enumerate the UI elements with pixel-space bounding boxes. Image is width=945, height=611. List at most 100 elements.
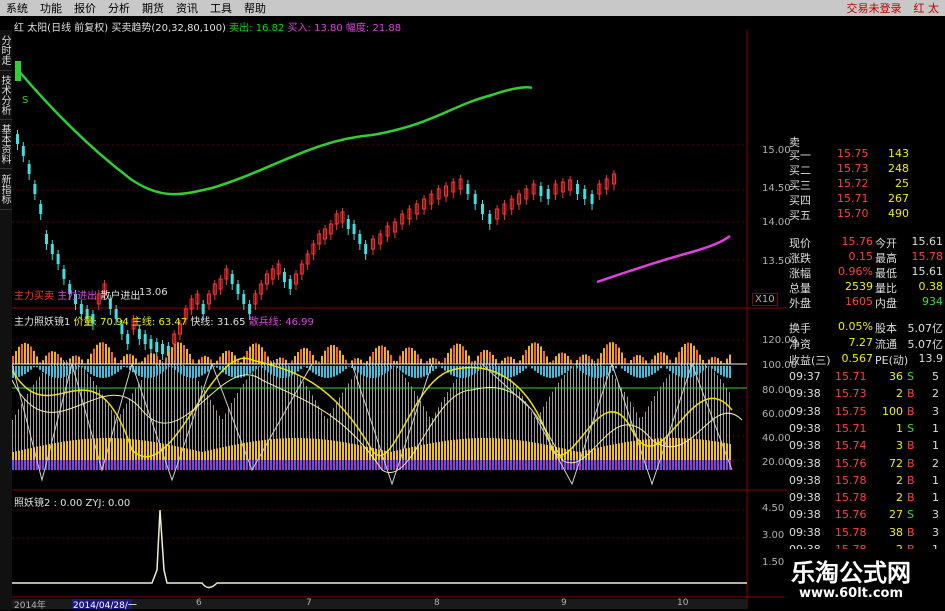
tick-count: 2 (932, 387, 939, 400)
menu-system[interactable]: 系统 (6, 0, 28, 16)
tick-direction: B (907, 526, 915, 539)
ind1-yellow-bar (393, 451, 395, 460)
ind1-cyan-bar (591, 366, 593, 377)
menu-function[interactable]: 功能 (40, 0, 62, 16)
ind1-cyan-bar (141, 366, 143, 377)
menu-quote[interactable]: 报价 (74, 0, 96, 16)
menu-futures[interactable]: 期货 (142, 0, 164, 16)
ind1-magenta-bar (393, 460, 395, 470)
stat-row: 现价15.76今开15.61 (787, 235, 945, 250)
ind1-yellow-bar (138, 440, 140, 460)
ind1-cyan-bar (516, 366, 518, 375)
ind1-magenta-bar (486, 460, 488, 470)
ind1-top-bar (303, 348, 305, 364)
ind1-top-bar (510, 357, 512, 364)
tab-fundamental[interactable]: 基本资料 (0, 120, 12, 169)
menu-news[interactable]: 资讯 (176, 0, 198, 16)
candle-body (45, 234, 48, 244)
ind1-cyan-bar (432, 366, 434, 371)
candle-body (474, 194, 477, 204)
ind1-gray-bar (576, 364, 577, 460)
start-marker (15, 61, 21, 81)
tick-volume: 3 (875, 439, 903, 452)
ind1-top-bar (186, 349, 188, 364)
ind1-cyan-bar (270, 366, 272, 374)
ind1-top-bar (54, 352, 56, 364)
ind1-top-bar (534, 342, 536, 364)
ind1-cyan-bar (54, 366, 56, 378)
ind1-magenta-bar (468, 460, 470, 470)
ind1-yellow-bar (339, 442, 341, 460)
ind1-cyan-bar (636, 366, 638, 377)
ind1-yellow-bar (72, 440, 74, 460)
ind1-cyan-bar (63, 366, 65, 377)
ind1-magenta-bar (12, 460, 14, 470)
zoom-badge[interactable]: X10 (752, 293, 778, 306)
ind1-cyan-bar (93, 366, 95, 376)
ind1-magenta-bar (234, 460, 236, 470)
ind1-retail: 散兵线: 46.99 (249, 317, 314, 328)
menu-analysis[interactable]: 分析 (108, 0, 130, 16)
ind1-yellow-bar (57, 442, 59, 460)
ind1-cyan-bar (273, 366, 275, 376)
tick-row: 09:3815.7838B3 (787, 526, 945, 541)
ind1-cyan-bar (156, 366, 158, 376)
ind1-cyan-bar (318, 366, 320, 376)
ind1-yellow-bar (210, 450, 212, 460)
ind1-top-bar (123, 356, 125, 364)
tick-price: 15.78 (835, 474, 867, 487)
menu-help[interactable]: 帮助 (244, 0, 266, 16)
ind1-top-bar (120, 360, 122, 364)
ind1-cyan-bar (66, 366, 68, 376)
ind1-magenta-bar (711, 460, 713, 470)
ind1-cyan-bar (570, 366, 572, 369)
tick-volume: 27 (875, 508, 903, 521)
ind1-yellow-bar (606, 446, 608, 460)
ind1-top-bar (675, 357, 677, 364)
ind1-gray-bar (177, 362, 178, 460)
ind1-top-bar (150, 353, 152, 364)
ind1-magenta-bar (306, 460, 308, 470)
ind1-yellow-bar (534, 443, 536, 460)
stat-value: 934 (905, 295, 943, 308)
ind1-yellow-bar (423, 444, 425, 460)
ind1-cyan-bar (408, 366, 410, 376)
ind1-magenta-bar (369, 460, 371, 470)
ind1-yellow-bar (297, 438, 299, 460)
ind1-top-bar (42, 360, 44, 364)
ind1-top-bar (177, 342, 179, 364)
tab-new-indicator[interactable]: 新指标 (0, 169, 12, 210)
ind1-magenta-bar (267, 460, 269, 470)
ind1-yellow-bar (45, 445, 47, 460)
ind1-cyan-bar (558, 366, 560, 376)
ind1-magenta-bar (726, 460, 728, 470)
ind1-top-bar (153, 354, 155, 364)
ind1-yellow-bar (351, 444, 353, 460)
ind1-magenta-bar (570, 460, 572, 470)
ind1-magenta-bar (195, 460, 197, 470)
ind1-cyan-bar (153, 366, 155, 377)
menu-tools[interactable]: 工具 (210, 0, 232, 16)
ind1-magenta-bar (240, 460, 242, 470)
ind1-cyan-bar (678, 366, 680, 377)
tab-intraday[interactable]: 分时走势 (0, 30, 12, 71)
ind1-top-bar (465, 350, 467, 364)
trade-login-status[interactable]: 交易未登录 (847, 0, 902, 16)
ind1-cyan-bar (435, 366, 437, 369)
ind1-cyan-bar (192, 366, 194, 378)
candle-body (539, 186, 542, 196)
ind1-magenta-bar (120, 460, 122, 470)
book-volume: 490 (877, 207, 909, 220)
ind1-magenta-bar (480, 460, 482, 470)
ind1-cyan-bar (633, 366, 635, 376)
ind1-cyan-bar (375, 366, 377, 378)
ind1-cyan-bar (144, 366, 146, 378)
ind1-magenta-bar (483, 460, 485, 470)
ind1-top-bar (300, 349, 302, 364)
ind1-top-bar (27, 344, 29, 364)
ind2-tick-1.5: 1.50 (762, 557, 784, 568)
ind1-top-bar (330, 345, 332, 364)
ind1-cyan-bar (630, 366, 632, 375)
tab-technical[interactable]: 技术分析 (0, 71, 12, 120)
ind1-magenta-bar (288, 460, 290, 470)
